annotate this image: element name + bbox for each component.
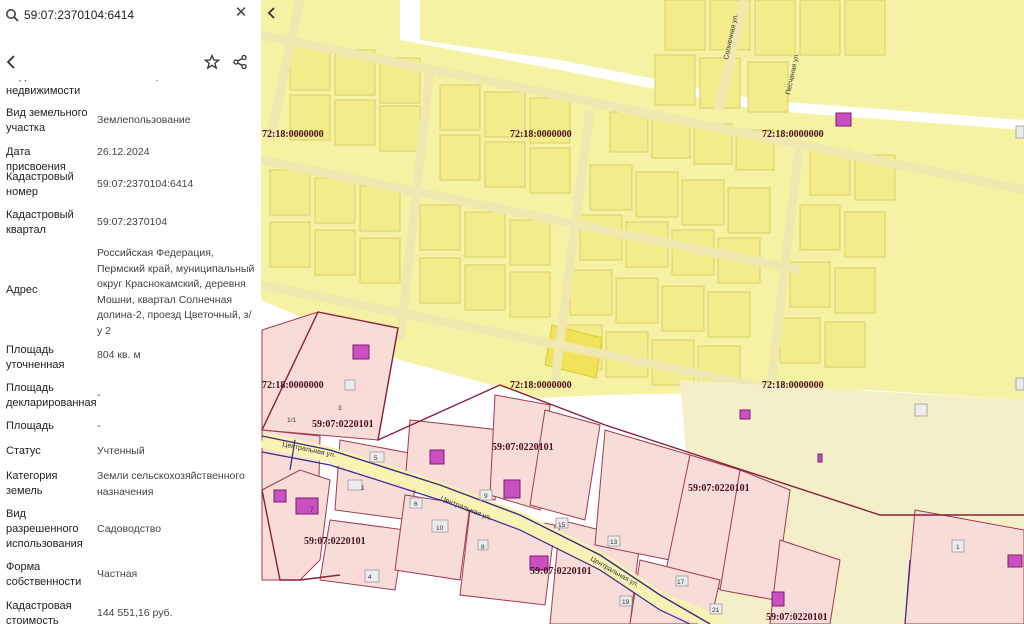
quarter-label: 72:18:0000000	[762, 380, 824, 391]
quarter-label: 59:07:0220101	[304, 536, 366, 547]
house-number: 3	[338, 405, 342, 412]
property-value: 59:07:2370104	[97, 216, 168, 228]
house-number: 6	[414, 501, 418, 508]
house-number: 15	[558, 522, 566, 529]
chevron-left-icon[interactable]	[266, 6, 278, 20]
house-number: 19	[622, 599, 630, 606]
search-icon	[6, 9, 19, 22]
quarter-label: 59:07:0220101	[688, 483, 750, 494]
house-number: 1/1	[287, 417, 296, 424]
property-value: Учтенный	[97, 445, 145, 457]
property-value: Землепользование	[97, 114, 191, 126]
property-label: Кадастровый номер	[6, 171, 74, 198]
property-label: Форма собственности	[6, 561, 82, 588]
property-value: 26.12.2024	[97, 146, 150, 158]
property-label: Категория земель	[6, 470, 58, 497]
info-panel: 59:07:2370104:6414 ✕ Вид объекта недвижи…	[0, 0, 261, 624]
property-value: 804 кв. м	[97, 349, 141, 361]
share-icon[interactable]	[232, 54, 248, 70]
quarter-label: 59:07:0220101	[530, 566, 592, 577]
property-label: Кадастровая стоимость	[6, 600, 72, 624]
close-icon[interactable]: ✕	[234, 5, 248, 20]
search-input[interactable]: 59:07:2370104:6414	[24, 8, 134, 22]
property-value: -	[97, 420, 101, 432]
house-number: 4	[368, 574, 372, 581]
property-value: Земли сельскохозяйственного назначения	[97, 470, 245, 498]
quarter-label: 59:07:0220101	[766, 612, 828, 623]
quarter-label: 72:18:0000000	[762, 129, 824, 140]
star-icon[interactable]	[204, 54, 220, 70]
arrow-back-icon[interactable]	[6, 55, 16, 69]
property-label: Площадь	[6, 420, 54, 432]
search-bar[interactable]: 59:07:2370104:6414 ✕	[0, 0, 261, 31]
quarter-label: 72:18:0000000	[262, 129, 324, 140]
quarter-label: 72:18:0000000	[510, 129, 572, 140]
house-number: 5	[374, 455, 378, 462]
house-number: 8	[481, 544, 485, 551]
property-label: Площадь декларированная	[6, 382, 97, 409]
house-number: 1	[956, 544, 960, 551]
house-number: 10	[436, 525, 444, 532]
property-value: -	[97, 389, 101, 401]
property-value: 144 551,16 руб.	[97, 607, 173, 619]
house-number: 9	[484, 493, 488, 500]
house-number: 7	[310, 507, 314, 514]
property-value: Российская Федерация, Пермский край, мун…	[97, 247, 255, 337]
house-number: 1	[361, 485, 365, 492]
property-value: Частная	[97, 568, 138, 580]
property-label: Адрес	[6, 284, 38, 296]
property-value: 59:07:2370104:6414	[97, 178, 194, 190]
property-label: Площадь уточненная	[6, 344, 65, 371]
property-value: Садоводство	[97, 523, 162, 535]
quarter-label: 72:18:0000000	[510, 380, 572, 391]
quarter-label: 59:07:0220101	[492, 442, 554, 453]
quarter-label: 59:07:0220101	[312, 419, 374, 430]
house-number: 17	[677, 579, 685, 586]
house-number: 21	[712, 607, 720, 614]
property-label: Вид земельного участка	[6, 107, 88, 134]
property-label: Вид разрешенного использования	[6, 508, 83, 550]
house-number: 13	[610, 539, 618, 546]
property-label: Статус	[6, 445, 41, 457]
property-label: Кадастровый квартал	[6, 209, 74, 236]
quarter-label: 72:18:0000000	[262, 380, 324, 391]
